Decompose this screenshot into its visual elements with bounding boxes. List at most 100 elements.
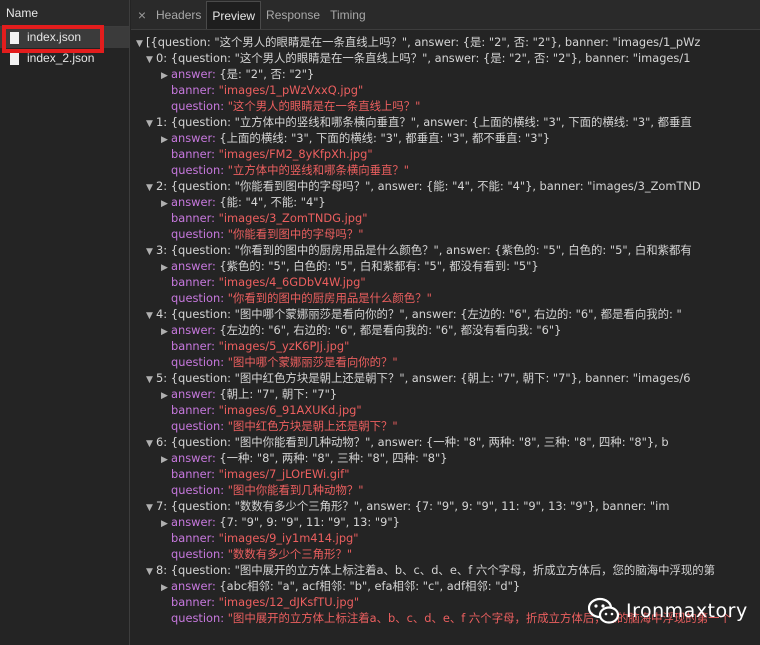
json-key-question: question: [171,99,225,113]
file-icon [10,31,19,44]
tab-preview[interactable]: Preview [206,1,262,29]
json-key-banner: banner: [171,83,215,97]
collapse-triangle-icon[interactable]: ▶ [161,580,171,596]
json-item-line[interactable]: ▼ 8: {question: "图中展开的立方体上标注着a、b、c、d、e、f … [146,562,715,578]
json-item-summary: 7: {question: "数数有多少个三角形？", answer: {7: … [156,499,670,513]
json-banner-line: banner: "images/7_jLOrEWi.gif" [171,466,349,482]
collapse-triangle-icon[interactable]: ▶ [161,132,171,148]
json-banner-value: "images/12_dJKsfTU.jpg" [218,595,360,609]
json-banner-line: banner: "images/6_91AXUKd.jpg" [171,402,362,418]
json-key-question: question: [171,547,225,561]
json-answer-value: {左边的: "6", 右边的: "6", 都是看向我的: "6", 都没有看向我… [219,323,562,337]
json-answer-value: {一种: "8", 两种: "8", 三种: "8", 四种: "8"} [219,451,448,465]
json-answer-line[interactable]: ▶ answer: {紫色的: "5", 白色的: "5", 白和紫都有: "5"… [161,258,539,274]
json-key-banner: banner: [171,147,215,161]
json-preview-panel: ▼ [{question: "这个男人的眼睛是在一条直线上吗？", answer:… [131,31,760,645]
tab-response[interactable]: Response [261,1,325,29]
json-answer-line[interactable]: ▶ answer: {朝上: "7", 朝下: "7"} [161,386,337,402]
json-item-summary: 3: {question: "你看到的图中的厨房用品是什么颜色？", answe… [156,243,692,257]
collapse-triangle-icon[interactable]: ▶ [161,324,171,340]
json-answer-line[interactable]: ▶ answer: {上面的横线: "3", 下面的横线: "3", 都垂直: "… [161,130,550,146]
json-root-line[interactable]: ▼ [{question: "这个男人的眼睛是在一条直线上吗？", answer:… [136,34,700,50]
expand-triangle-icon[interactable]: ▼ [146,436,156,452]
expand-triangle-icon[interactable]: ▼ [136,36,146,52]
json-question-line: question: "立方体中的竖线和哪条横向垂直？" [171,162,409,178]
wechat-icon [588,597,620,624]
collapse-triangle-icon[interactable]: ▶ [161,452,171,468]
json-question-value: "你能看到图中的字母吗？" [227,227,364,241]
name-column-header[interactable]: Name [0,0,129,27]
json-item-line[interactable]: ▼ 7: {question: "数数有多少个三角形？", answer: {7:… [146,498,669,514]
json-question-value: "你看到的图中的厨房用品是什么颜色？" [227,291,432,305]
collapse-triangle-icon[interactable]: ▶ [161,388,171,404]
json-banner-line: banner: "images/1_pWzVxxQ.jpg" [171,82,363,98]
json-key-question: question: [171,355,225,369]
json-question-line: question: "图中红色方块是朝上还是朝下？" [171,418,398,434]
expand-triangle-icon[interactable]: ▼ [146,116,156,132]
json-item-line[interactable]: ▼ 4: {question: "图中哪个蒙娜丽莎是看向你的？", answer:… [146,306,682,322]
json-answer-line[interactable]: ▶ answer: {7: "9", 9: "9", 11: "9", 13: "… [161,514,400,530]
json-key-answer: answer: [171,323,216,337]
json-key-answer: answer: [171,515,216,529]
json-banner-value: "images/1_pWzVxxQ.jpg" [218,83,364,97]
json-question-line: question: "数数有多少个三角形？" [171,546,352,562]
json-answer-line[interactable]: ▶ answer: {能: "4", 不能: "4"} [161,194,326,210]
json-key-question: question: [171,419,225,433]
json-key-answer: answer: [171,131,216,145]
json-banner-line: banner: "images/12_dJKsfTU.jpg" [171,594,359,610]
json-banner-value: "images/3_ZomTNDG.jpg" [218,211,368,225]
collapse-triangle-icon[interactable]: ▶ [161,260,171,276]
tab-timing[interactable]: Timing [325,1,371,29]
request-row-index-json[interactable]: index.json [0,27,129,48]
collapse-triangle-icon[interactable]: ▶ [161,516,171,532]
json-key-answer: answer: [171,387,216,401]
json-item-summary: 2: {question: "你能看到图中的字母吗？", answer: {能:… [156,179,701,193]
expand-triangle-icon[interactable]: ▼ [146,52,156,68]
json-banner-line: banner: "images/9_iy1m414.jpg" [171,530,359,546]
json-root-summary: [{question: "这个男人的眼睛是在一条直线上吗？", answer: … [146,35,701,49]
json-key-banner: banner: [171,339,215,353]
collapse-triangle-icon[interactable]: ▶ [161,68,171,84]
collapse-triangle-icon[interactable]: ▶ [161,196,171,212]
json-item-line[interactable]: ▼ 5: {question: "图中红色方块是朝上还是朝下？", answer:… [146,370,690,386]
json-key-answer: answer: [171,67,216,81]
json-key-question: question: [171,227,225,241]
json-answer-line[interactable]: ▶ answer: {abc相邻: "a", acf相邻: "b", efa相邻:… [161,578,520,594]
json-key-question: question: [171,483,225,497]
json-key-banner: banner: [171,531,215,545]
json-item-line[interactable]: ▼ 1: {question: "立方体中的竖线和哪条横向垂直？", answer… [146,114,692,130]
json-key-banner: banner: [171,595,215,609]
json-answer-line[interactable]: ▶ answer: {左边的: "6", 右边的: "6", 都是看向我的: "6… [161,322,561,338]
json-banner-line: banner: "images/3_ZomTNDG.jpg" [171,210,367,226]
json-question-line: question: "图中你能看到几种动物？" [171,482,363,498]
json-key-banner: banner: [171,467,215,481]
json-item-summary: 5: {question: "图中红色方块是朝上还是朝下？", answer: … [156,371,691,385]
json-key-question: question: [171,611,225,625]
json-answer-value: {abc相邻: "a", acf相邻: "b", efa相邻: "c", adf… [219,579,521,593]
json-item-summary: 6: {question: "图中你能看到几种动物？", answer: {一种… [156,435,669,449]
expand-triangle-icon[interactable]: ▼ [146,308,156,324]
json-banner-value: "images/9_iy1m414.jpg" [218,531,359,545]
expand-triangle-icon[interactable]: ▼ [146,500,156,516]
request-name: index.json [27,30,82,44]
request-list-pane: Name index.json index_2.json [0,0,130,645]
close-icon[interactable]: × [133,1,151,29]
json-banner-value: "images/7_jLOrEWi.gif" [218,467,350,481]
json-question-line: question: "你能看到图中的字母吗？" [171,226,363,242]
json-item-line[interactable]: ▼ 0: {question: "这个男人的眼睛是在一条直线上吗？", answe… [146,50,690,66]
json-question-value: "图中哪个蒙娜丽莎是看向你的？" [227,355,398,369]
tab-headers[interactable]: Headers [151,1,206,29]
json-key-banner: banner: [171,275,215,289]
json-answer-line[interactable]: ▶ answer: {一种: "8", 两种: "8", 三种: "8", 四种:… [161,450,448,466]
json-item-line[interactable]: ▼ 6: {question: "图中你能看到几种动物？", answer: {一… [146,434,669,450]
request-row-index-2-json[interactable]: index_2.json [0,48,129,69]
expand-triangle-icon[interactable]: ▼ [146,564,156,580]
expand-triangle-icon[interactable]: ▼ [146,372,156,388]
json-answer-line[interactable]: ▶ answer: {是: "2", 否: "2"} [161,66,314,82]
json-item-line[interactable]: ▼ 3: {question: "你看到的图中的厨房用品是什么颜色？", answ… [146,242,692,258]
json-question-value: "这个男人的眼睛是在一条直线上吗？" [227,99,421,113]
json-question-line: question: "图中哪个蒙娜丽莎是看向你的？" [171,354,398,370]
json-item-line[interactable]: ▼ 2: {question: "你能看到图中的字母吗？", answer: {能… [146,178,701,194]
expand-triangle-icon[interactable]: ▼ [146,244,156,260]
expand-triangle-icon[interactable]: ▼ [146,180,156,196]
